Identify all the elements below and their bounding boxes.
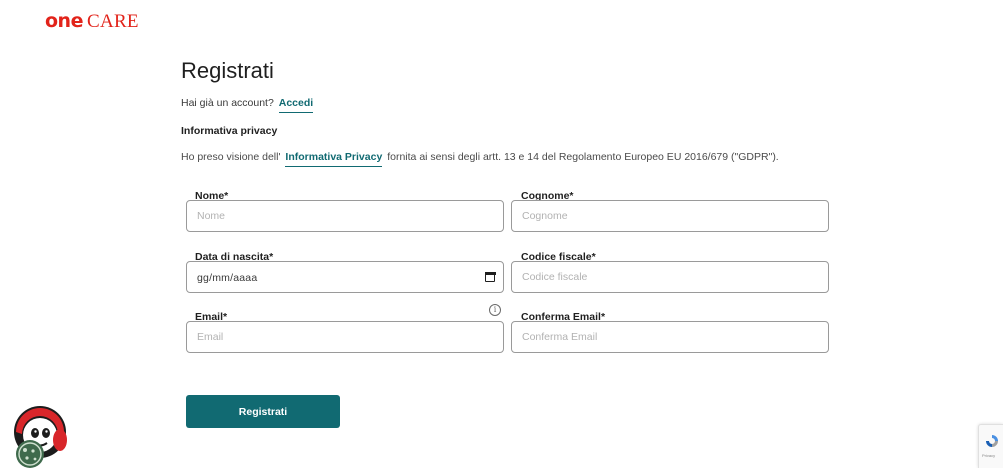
- calendar-icon[interactable]: [484, 271, 496, 282]
- recaptcha-icon: [986, 435, 998, 447]
- nome-input[interactable]: [186, 200, 504, 232]
- recaptcha-text: Privacy: [982, 453, 996, 458]
- logo-care-text: CARE: [86, 11, 139, 32]
- privacy-text-after: fornita ai sensi degli artt. 13 e 14 del…: [387, 151, 779, 163]
- register-submit-button[interactable]: Registrati: [186, 395, 340, 428]
- cookie-icon[interactable]: [8, 404, 72, 468]
- logo-one-text: one: [45, 10, 83, 32]
- privacy-text-before: Ho preso visione dell': [181, 151, 281, 163]
- privacy-policy-link[interactable]: Informativa Privacy: [285, 151, 383, 167]
- cognome-input[interactable]: [511, 200, 829, 232]
- privacy-heading: Informativa privacy: [181, 125, 278, 137]
- brand-logo[interactable]: one CARE: [45, 10, 139, 33]
- privacy-statement: Ho preso visione dell' Informativa Priva…: [181, 151, 779, 167]
- codice-fiscale-input[interactable]: [511, 261, 829, 293]
- login-link[interactable]: Accedi: [278, 97, 314, 113]
- date-placeholder: gg/mm/aaaa: [197, 272, 258, 284]
- info-icon[interactable]: i: [489, 304, 501, 316]
- email-input[interactable]: [186, 321, 504, 353]
- mascot-icon: [14, 406, 67, 468]
- account-prompt-text: Hai già un account?: [181, 97, 274, 109]
- page-title: Registrati: [181, 58, 274, 83]
- account-prompt: Hai già un account? Accedi: [181, 97, 314, 113]
- data-nascita-input[interactable]: gg/mm/aaaa: [186, 261, 504, 293]
- conferma-email-input[interactable]: [511, 321, 829, 353]
- recaptcha-badge[interactable]: Privacy: [978, 424, 1003, 468]
